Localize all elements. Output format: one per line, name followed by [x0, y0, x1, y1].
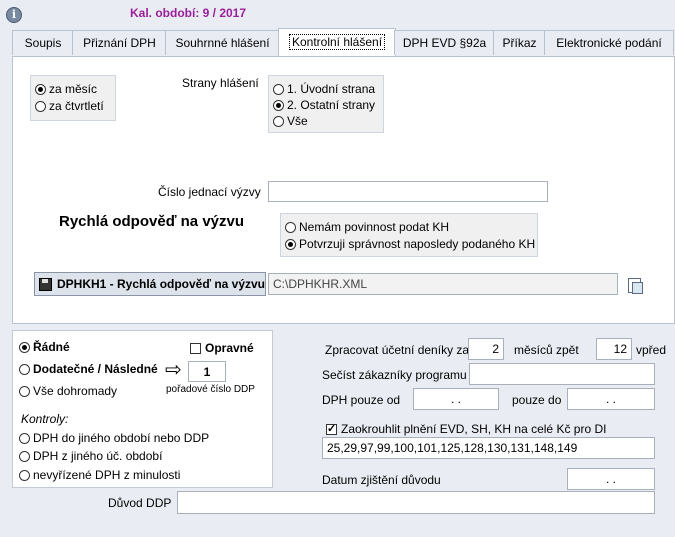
save-icon: [39, 277, 52, 291]
export-path-input[interactable]: C:\DPHKHR.XML: [268, 273, 618, 295]
tab-elektronicke-podani[interactable]: Elektronické podání: [544, 30, 674, 55]
tab-label: Elektronické podání: [556, 36, 662, 50]
radio-label: Dodatečné / Následné: [33, 362, 158, 376]
tab-label: DPH EVD §92a: [402, 36, 487, 50]
radio-button[interactable]: [285, 238, 296, 250]
quick-reply-title: Rychlá odpověď na výzvu: [59, 213, 245, 230]
months-forward-label: vpřed: [636, 343, 667, 357]
radio-button[interactable]: [19, 385, 30, 397]
radio-nevyrizene-dph[interactable]: nevyřízené DPH z minulosti: [19, 468, 180, 482]
kontrolni-hlaseni-panel: za měsíc za čtvrtletí Strany hlášení 1. …: [12, 56, 675, 324]
round-codes-input[interactable]: 25,29,97,99,100,101,125,128,130,131,148,…: [322, 437, 655, 459]
tab-label: Souhrnné hlášení: [175, 36, 270, 50]
checkbox[interactable]: [190, 342, 201, 354]
radio-dph-do-jineho-obdobi[interactable]: DPH do jiného období nebo DDP: [19, 431, 209, 445]
journals-label: Zpracovat účetní deníky za: [325, 343, 470, 357]
radio-vse-dohromady[interactable]: Vše dohromady: [19, 384, 117, 398]
discovery-date-label: Datum zjištění důvodu: [322, 473, 441, 487]
radio-dph-z-jineho-obdobi[interactable]: DPH z jiného úč. období: [19, 449, 162, 463]
checkbox-label: Zaokrouhlit plnění EVD, SH, KH na celé K…: [341, 422, 607, 436]
radio-label: DPH do jiného období nebo DDP: [33, 431, 210, 445]
checkbox-label: Opravné: [205, 341, 254, 355]
vat-to-label: pouze do: [512, 393, 562, 407]
radio-button[interactable]: [273, 99, 284, 111]
tab-dph-evd[interactable]: DPH EVD §92a: [394, 30, 495, 55]
customers-label: Sečíst zákazníky programu: [322, 368, 467, 382]
radio-button[interactable]: [35, 100, 46, 112]
vat-to-input[interactable]: . .: [567, 388, 655, 410]
copy-document-icon[interactable]: [628, 278, 643, 294]
tab-label: Příkaz: [502, 36, 537, 50]
ddp-number-input[interactable]: 1: [188, 361, 226, 382]
radio-button[interactable]: [19, 341, 30, 353]
quick-reply-export-button[interactable]: DPHKH1 - Rychlá odpověď na výzvu: [34, 272, 266, 296]
radio-button[interactable]: [273, 83, 284, 95]
radio-button[interactable]: [285, 221, 296, 233]
radio-uvodni-strana[interactable]: 1. Úvodní strana: [273, 82, 375, 96]
arrow-right-icon: ⇨: [165, 359, 182, 381]
checks-title: Kontroly:: [21, 412, 69, 426]
summons-number-input[interactable]: [268, 181, 548, 202]
radio-label: Vše: [287, 114, 308, 128]
filing-type-box: Řádné Dodatečné / Následné Vše dohromady…: [12, 330, 273, 488]
radio-label: 1. Úvodní strana: [287, 82, 376, 96]
radio-label: 2. Ostatní strany: [287, 98, 376, 112]
radio-label: Nemám povinnost podat KH: [299, 220, 450, 234]
discovery-date-input[interactable]: . .: [567, 468, 655, 490]
tab-label: Soupis: [24, 36, 62, 50]
period-group: za měsíc za čtvrtletí: [30, 75, 116, 121]
pages-group: 1. Úvodní strana 2. Ostatní strany Vše: [268, 75, 384, 133]
tab-kontrolni-hlaseni[interactable]: Kontrolní hlášení: [278, 28, 396, 56]
vat-from-input[interactable]: . .: [413, 388, 499, 410]
radio-label: za měsíc: [49, 82, 98, 96]
tab-label: Přiznání DPH: [83, 36, 156, 50]
tab-priznani-dph[interactable]: Přiznání DPH: [72, 30, 167, 55]
radio-potvrzuji-spravnost[interactable]: Potvrzuji správnost naposledy podaného K…: [285, 237, 535, 251]
months-back-input[interactable]: 2: [468, 338, 504, 360]
radio-radne[interactable]: Řádné: [19, 340, 70, 354]
months-forward-input[interactable]: 12: [596, 338, 632, 360]
info-icon[interactable]: i: [6, 7, 22, 23]
radio-label: za čtvrtletí: [49, 99, 104, 113]
radio-button[interactable]: [19, 450, 30, 462]
radio-nemam-povinnost[interactable]: Nemám povinnost podat KH: [285, 220, 449, 234]
radio-button[interactable]: [35, 83, 46, 95]
radio-label: Řádné: [33, 340, 70, 354]
checkbox-zaokrouhlit[interactable]: Zaokrouhlit plnění EVD, SH, KH na celé K…: [326, 422, 606, 436]
radio-ostatni-strany[interactable]: 2. Ostatní strany: [273, 98, 375, 112]
radio-vse[interactable]: Vše: [273, 114, 308, 128]
radio-label: Potvrzuji správnost naposledy podaného K…: [299, 237, 536, 251]
radio-dodatecne[interactable]: Dodatečné / Následné: [19, 362, 158, 376]
export-button-label: DPHKH1 - Rychlá odpověď na výzvu: [57, 277, 266, 291]
radio-label: nevyřízené DPH z minulosti: [33, 468, 181, 482]
quick-reply-group: Nemám povinnost podat KH Potvrzuji správ…: [280, 213, 538, 257]
ddp-reason-input[interactable]: [177, 491, 655, 514]
radio-za-mesic[interactable]: za měsíc: [35, 82, 97, 96]
checkbox-opravne[interactable]: Opravné: [190, 341, 254, 355]
tab-soupis[interactable]: Soupis: [12, 30, 74, 55]
tab-prikaz[interactable]: Příkaz: [493, 30, 546, 55]
radio-label: Vše dohromady: [33, 384, 118, 398]
radio-button[interactable]: [19, 432, 30, 444]
radio-button[interactable]: [273, 115, 284, 127]
months-back-label: měsíců zpět: [514, 343, 579, 357]
period-label: Kal. období: 9 / 2017: [130, 6, 247, 20]
radio-za-ctvrtleti[interactable]: za čtvrtletí: [35, 99, 104, 113]
ddp-reason-label: Důvod DDP: [108, 496, 172, 510]
tab-souhrnne-hlaseni[interactable]: Souhrnné hlášení: [165, 30, 280, 55]
checkbox[interactable]: [326, 422, 337, 435]
pages-label: Strany hlášení: [182, 76, 259, 90]
tab-label: Kontrolní hlášení: [288, 34, 386, 50]
radio-button[interactable]: [19, 469, 30, 481]
summons-number-label: Číslo jednací výzvy: [158, 185, 261, 199]
customers-input[interactable]: [469, 363, 655, 385]
ddp-number-label: pořadové číslo DDP: [166, 384, 255, 395]
radio-button[interactable]: [19, 363, 30, 375]
radio-label: DPH z jiného úč. období: [33, 449, 163, 463]
vat-from-label: DPH pouze od: [322, 393, 401, 407]
